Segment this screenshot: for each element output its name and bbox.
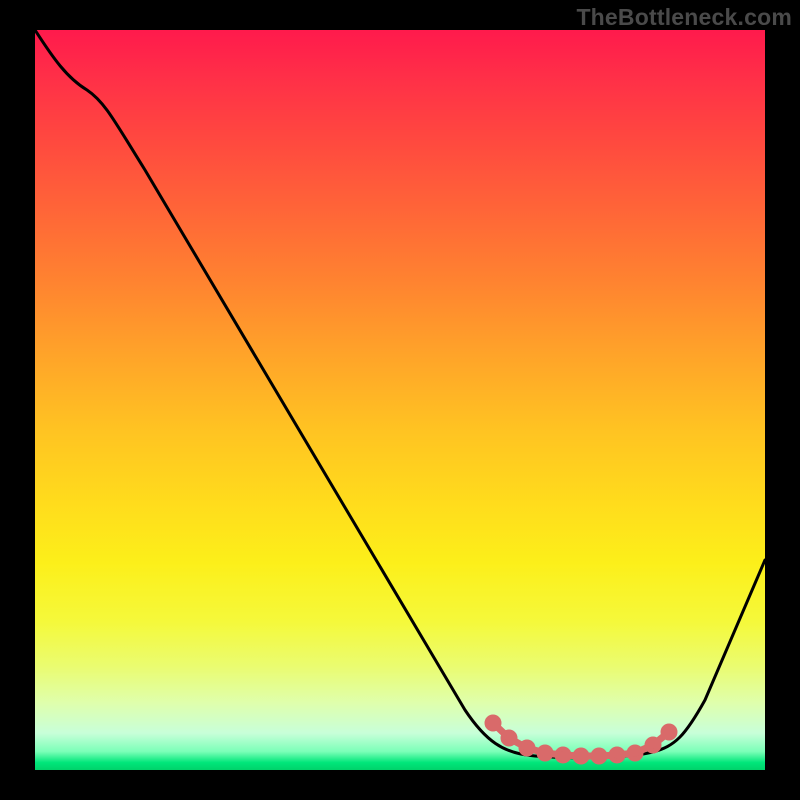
bottleneck-curve: [35, 30, 765, 758]
chart-frame: TheBottleneck.com: [0, 0, 800, 800]
plot-area: [35, 30, 765, 770]
curve-layer: [35, 30, 765, 770]
watermark-text: TheBottleneck.com: [576, 4, 792, 31]
